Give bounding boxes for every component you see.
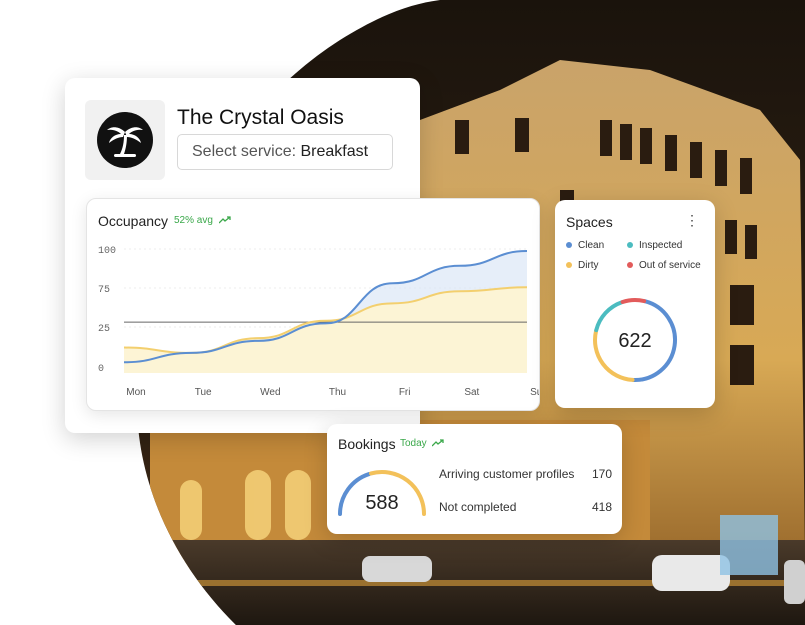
palm-tree-icon [97,112,153,168]
spaces-total: 622 [618,330,651,352]
spaces-donut-chart: 622 [593,298,677,382]
x-tick-label: Tue [195,387,212,398]
y-tick-label: 100 [98,246,116,257]
hotel-name: The Crystal Oasis [177,106,344,129]
y-tick-label: 0 [98,364,104,375]
x-tick-label: Sat [464,387,479,398]
service-select[interactable]: Select service: Breakfast [177,134,393,170]
bookings-row-not-completed-label: Not completed [439,500,517,514]
x-tick-label: Sun [530,387,539,398]
bookings-card: Bookings Today 588 Arriving customer pro… [327,424,622,534]
bookings-row-not-completed-value: 418 [591,500,612,514]
bookings-gauge: 588 [338,470,426,516]
bookings-total: 588 [365,492,398,514]
bookings-row-arriving-value: 170 [591,467,612,481]
x-tick-label: Fri [399,387,411,398]
x-tick-label: Thu [329,387,346,398]
x-tick-label: Mon [126,387,145,398]
x-tick-label: Wed [260,387,280,398]
occupancy-card: Occupancy 52% avg 100 75 25 0 Mon Tue Wed Thu Fr… [86,198,540,411]
series-area-2 [124,287,527,373]
bookings-row-arriving-label: Arriving customer profiles [439,467,575,481]
spaces-card: Spaces ⋮ Clean Inspected Dirty Out of se… [555,200,715,408]
occupancy-chart: 100 75 25 0 Mon Tue Wed Thu Fri Sat Sun [98,246,539,398]
service-select-value: Breakfast [300,143,369,160]
donut-segment-out-of-service [620,298,647,304]
donut-segment-inspected [594,300,624,333]
hotel-logo [85,100,165,180]
y-tick-label: 25 [98,324,110,335]
y-tick-label: 75 [98,285,110,296]
service-select-label: Select service: [192,143,297,160]
